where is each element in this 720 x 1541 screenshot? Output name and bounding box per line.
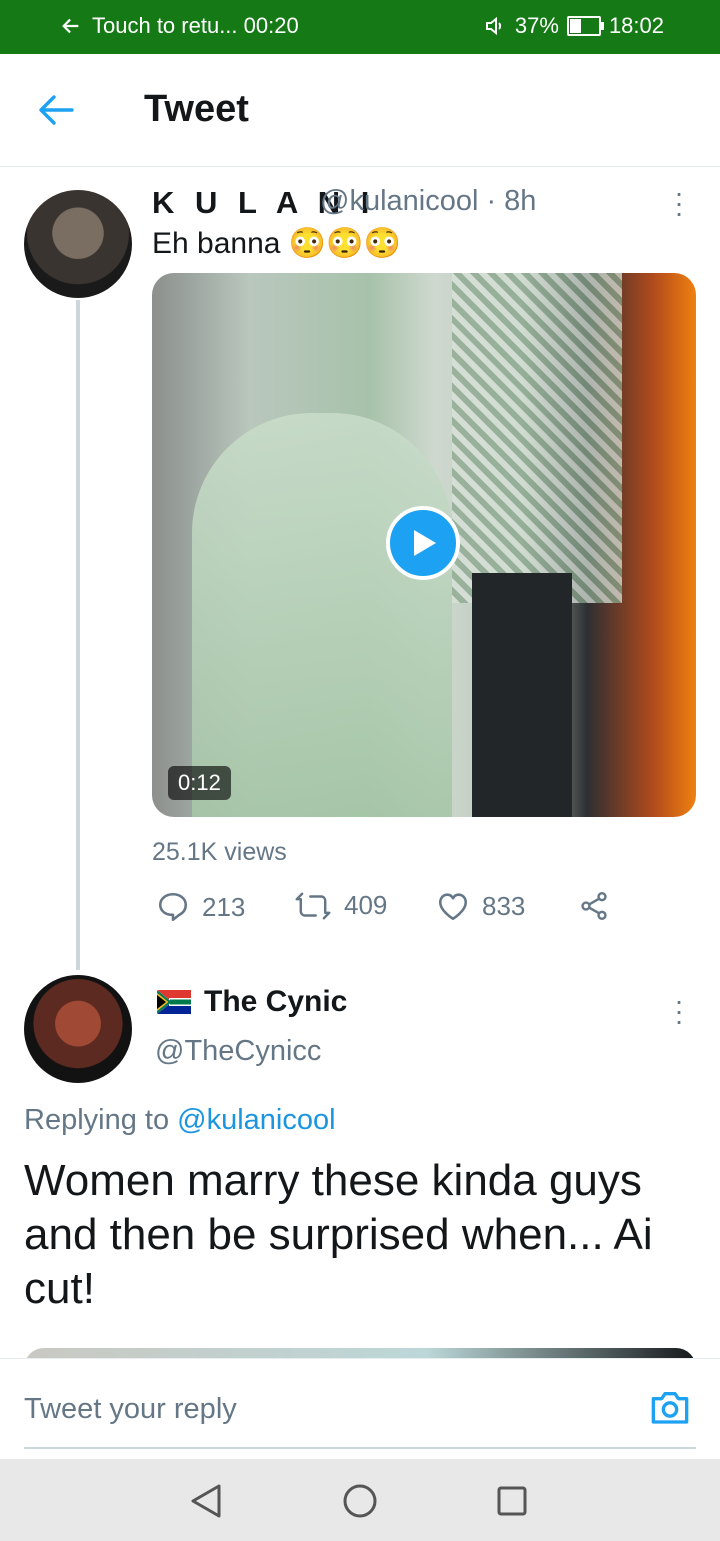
nav-recents-button[interactable] — [492, 1481, 532, 1521]
return-call-text: Touch to retu... 00:20 — [92, 13, 299, 38]
avatar[interactable] — [24, 190, 132, 298]
camera-button[interactable] — [648, 1387, 696, 1431]
reply-icon — [158, 892, 188, 922]
more-options-icon[interactable]: · · · — [672, 179, 686, 227]
more-options-icon[interactable]: · · · — [672, 987, 686, 1035]
reply-author-handle[interactable]: @TheCynicc — [155, 1035, 321, 1068]
battery-fill — [569, 19, 582, 33]
retweet-count: 409 — [344, 890, 388, 920]
arrow-left-icon — [62, 18, 79, 34]
status-bar: Touch to retu... 00:20 37% 18:02 — [0, 0, 720, 54]
video-duration: 0:12 — [168, 766, 231, 800]
arrow-left-icon — [39, 95, 74, 125]
tweet-text: Eh banna 😳😳😳 — [152, 227, 401, 260]
header: Tweet — [0, 54, 720, 167]
volume-icon — [485, 16, 502, 36]
reply-count: 213 — [202, 891, 246, 922]
reply-button[interactable]: 213 — [156, 890, 245, 924]
retweet-icon — [295, 892, 331, 919]
south-africa-flag-icon — [157, 990, 191, 1014]
play-icon — [414, 530, 436, 556]
replying-to-link[interactable]: @kulanicool — [177, 1104, 335, 1136]
camera-icon — [651, 1392, 689, 1424]
circle-home-icon — [343, 1484, 377, 1518]
author-handle-time[interactable]: @kulanicool · 8h — [320, 185, 536, 218]
reply-author-name[interactable]: The Cynic — [204, 985, 347, 1019]
return-to-call-button[interactable]: Touch to retu... 00:20 — [60, 13, 299, 39]
like-count: 833 — [482, 890, 526, 921]
reply-text: Women marry these kinda guys and then be… — [24, 1156, 653, 1313]
battery-icon — [566, 16, 604, 36]
clock: 18:02 — [608, 13, 664, 38]
triangle-back-icon — [191, 1484, 221, 1518]
avatar[interactable] — [24, 975, 132, 1083]
play-button[interactable] — [386, 506, 460, 580]
heart-icon — [438, 893, 468, 921]
nav-back-button[interactable] — [186, 1481, 226, 1521]
square-recents-icon — [497, 1486, 527, 1516]
video-thumbnail[interactable]: 0:12 — [152, 273, 696, 817]
nav-home-button[interactable] — [340, 1481, 380, 1521]
like-button[interactable]: 833 — [436, 890, 525, 922]
battery-percent: 37% — [514, 13, 559, 38]
share-icon — [581, 892, 607, 920]
reply-composer: Tweet your reply — [0, 1358, 720, 1459]
back-button[interactable] — [34, 90, 78, 130]
retweet-button[interactable]: 409 — [294, 890, 387, 921]
replying-to: Replying to @kulanicool — [24, 1104, 336, 1136]
page-title: Tweet — [144, 88, 249, 130]
share-button[interactable] — [578, 890, 610, 922]
reply-input[interactable]: Tweet your reply — [24, 1393, 237, 1426]
view-count: 25.1K views — [152, 838, 287, 866]
system-nav-bar — [0, 1459, 720, 1541]
thread-line — [76, 300, 80, 970]
